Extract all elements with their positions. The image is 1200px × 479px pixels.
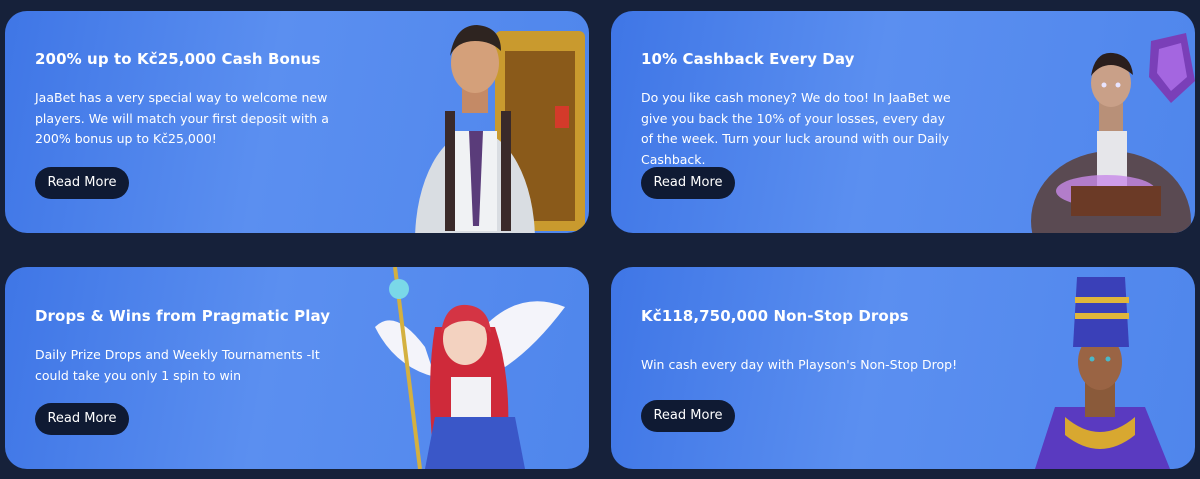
adventurer-character-illustration bbox=[415, 25, 585, 233]
promo-description: Win cash every day with Playson's Non-St… bbox=[641, 357, 958, 372]
promo-description: JaaBet has a very special way to welcome… bbox=[35, 90, 329, 146]
anime-angel-girl-illustration bbox=[375, 267, 565, 469]
magician-with-book-illustration bbox=[1031, 33, 1195, 233]
promo-card-drops-and-wins: Drops & Wins from Pragmatic Play Daily P… bbox=[5, 267, 589, 469]
read-more-button[interactable]: Read More bbox=[641, 167, 735, 199]
promo-card-non-stop-drops: Kč118,750,000 Non-Stop Drops Win cash ev… bbox=[611, 267, 1195, 469]
read-more-button[interactable]: Read More bbox=[35, 403, 129, 435]
promotions-grid: 200% up to Kč25,000 Cash Bonus JaaBet ha… bbox=[0, 0, 1200, 479]
promo-title: Kč118,750,000 Non-Stop Drops bbox=[641, 307, 909, 325]
promo-title: 200% up to Kč25,000 Cash Bonus bbox=[35, 50, 321, 68]
read-more-button[interactable]: Read More bbox=[641, 400, 735, 432]
promo-description: Do you like cash money? We do too! In Ja… bbox=[641, 90, 951, 167]
promo-title: Drops & Wins from Pragmatic Play bbox=[35, 307, 331, 325]
read-more-button[interactable]: Read More bbox=[35, 167, 129, 199]
promo-card-welcome-bonus: 200% up to Kč25,000 Cash Bonus JaaBet ha… bbox=[5, 11, 589, 233]
promo-title: 10% Cashback Every Day bbox=[641, 50, 855, 68]
egyptian-queen-illustration bbox=[1035, 277, 1170, 469]
promo-card-daily-cashback: 10% Cashback Every Day Do you like cash … bbox=[611, 11, 1195, 233]
promo-description: Daily Prize Drops and Weekly Tournaments… bbox=[35, 347, 320, 383]
